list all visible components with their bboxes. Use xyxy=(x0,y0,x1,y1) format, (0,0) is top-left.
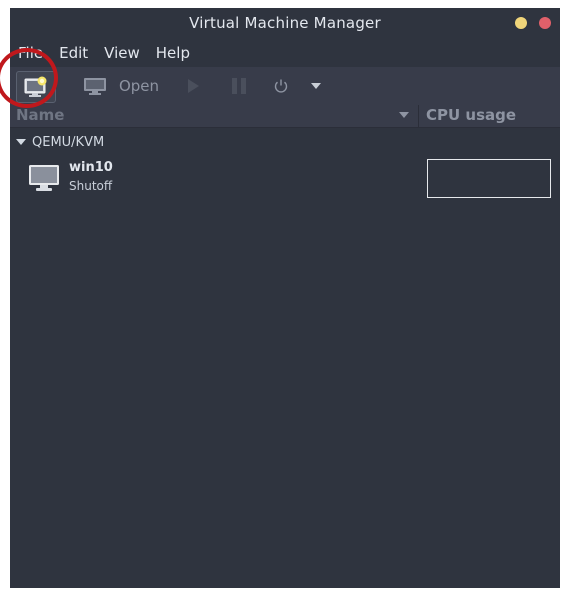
cpu-usage-graph xyxy=(427,159,551,198)
menu-file[interactable]: File xyxy=(18,44,43,62)
open-button-label: Open xyxy=(118,77,160,95)
column-header-name[interactable]: Name xyxy=(16,105,64,125)
chevron-down-icon xyxy=(311,83,321,89)
pause-icon xyxy=(232,78,246,94)
power-icon xyxy=(274,79,288,93)
toolbar: Open xyxy=(10,67,560,105)
connection-row[interactable]: QEMU/KVM xyxy=(10,132,560,152)
pause-button[interactable] xyxy=(224,71,254,101)
menu-edit[interactable]: Edit xyxy=(59,44,88,62)
open-button[interactable]: Open xyxy=(76,71,166,101)
vm-monitor-icon xyxy=(29,165,59,191)
vm-list-header: Name CPU usage xyxy=(10,105,560,128)
play-icon xyxy=(188,79,199,93)
shutdown-menu-button[interactable] xyxy=(304,71,328,101)
vm-status: Shutoff xyxy=(69,179,113,193)
expander-down-icon[interactable] xyxy=(16,138,26,146)
new-vm-icon xyxy=(24,76,47,97)
sort-arrow-icon[interactable] xyxy=(398,111,410,119)
minimize-button[interactable] xyxy=(515,17,527,29)
column-divider[interactable] xyxy=(418,105,419,127)
menu-view[interactable]: View xyxy=(104,44,140,62)
new-vm-button[interactable] xyxy=(16,71,56,103)
window-title: Virtual Machine Manager xyxy=(189,14,381,32)
virt-manager-window: Virtual Machine Manager File Edit View H… xyxy=(10,8,560,588)
vm-name: win10 xyxy=(69,160,113,175)
shutdown-button[interactable] xyxy=(266,71,296,101)
menu-bar: File Edit View Help xyxy=(10,38,560,67)
menu-help[interactable]: Help xyxy=(156,44,190,62)
monitor-icon xyxy=(83,78,106,95)
close-button[interactable] xyxy=(539,17,551,29)
title-bar: Virtual Machine Manager xyxy=(10,8,560,38)
connection-label: QEMU/KVM xyxy=(32,134,105,150)
column-header-cpu[interactable]: CPU usage xyxy=(426,105,516,125)
run-button[interactable] xyxy=(178,71,208,101)
